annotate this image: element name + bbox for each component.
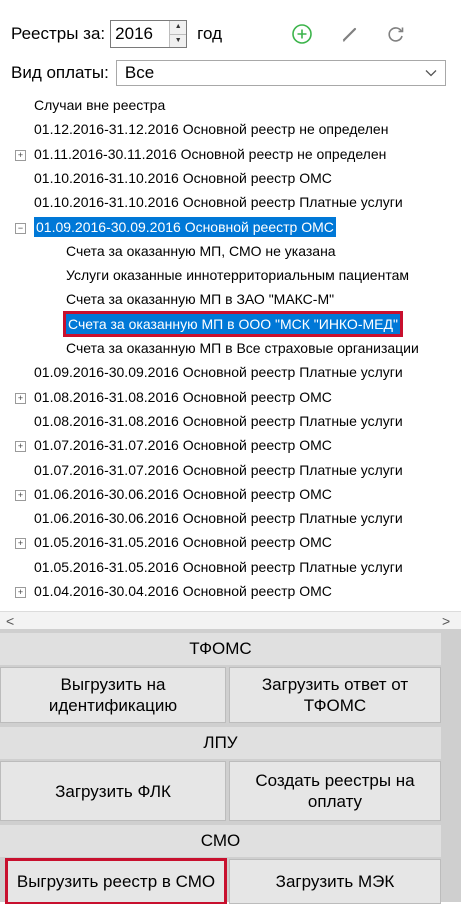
tree-item[interactable]: 01.08.2016-31.08.2016 Основной реестр Пл… [34,411,403,431]
add-circle-icon[interactable] [290,22,314,46]
scroll-left-icon[interactable]: < [6,612,14,630]
tree-child-item[interactable]: Счета за оказанную МП в ЗАО "МАКС-М" [66,289,334,309]
chevron-down-icon [425,70,437,77]
expand-icon[interactable]: + [15,392,26,404]
register-tree[interactable]: Случаи вне реестра 01.12.2016-31.12.2016 … [0,93,461,611]
payment-type-value: Все [124,63,155,82]
tree-child-item[interactable]: Счета за оказанную МП в ООО "МСК "ИНКО-М… [63,310,403,337]
expand-icon[interactable]: + [15,538,26,550]
tree-child-item[interactable]: Счета за оказанную МП, СМО не указана [66,241,336,261]
horizontal-scrollbar[interactable]: < > [0,611,461,630]
load-mek-button[interactable]: Загрузить МЭК [229,859,441,904]
tfoms-section-header: ТФОМС [0,633,441,665]
registers-label: Реестры за: [11,24,106,43]
export-identification-button[interactable]: Выгрузить на идентификацию [0,667,226,723]
tree-item[interactable]: 01.09.2016-30.09.2016 Основной реестр Пл… [34,362,403,382]
tree-item[interactable]: 01.07.2016-31.07.2016 Основной реестр Пл… [34,460,403,480]
spinner-up-icon[interactable]: ▲ [170,21,187,34]
expand-icon[interactable]: + [15,489,26,501]
actions-panel: ТФОМС Выгрузить на идентификацию Загрузи… [0,629,461,904]
load-flk-label: Загрузить ФЛК [55,781,171,801]
smo-section-header: СМО [0,825,441,857]
load-tfoms-response-label: Загрузить ответ от ТФОМС [261,675,409,715]
load-tfoms-response-button[interactable]: Загрузить ответ от ТФОМС [229,667,441,723]
tree-item[interactable]: 01.11.2016-30.11.2016 Основной реестр не… [34,144,386,164]
scroll-right-icon[interactable]: > [442,612,450,630]
filter-bar: Реестры за: 2016 ▲ ▼ год Вид оплаты: Все [0,0,461,93]
payment-type-select[interactable]: Все [115,60,446,86]
spinner-down-icon[interactable]: ▼ [170,33,187,47]
load-flk-button[interactable]: Загрузить ФЛК [0,761,226,821]
create-registers-button[interactable]: Создать реестры на оплату [229,761,441,821]
tree-item[interactable]: 01.10.2016-31.10.2016 Основной реестр ОМ… [34,168,332,188]
payment-row: Вид оплаты: Все [11,60,446,86]
tree-item[interactable]: 01.08.2016-31.08.2016 Основной реестр ОМ… [34,387,332,407]
tree-child-item[interactable]: Услуги оказанные иннотерриториальным пац… [66,265,409,285]
collapse-icon[interactable]: − [15,222,26,234]
spinner-arrows[interactable]: ▲ ▼ [169,21,187,47]
export-identification-label: Выгрузить на идентификацию [48,675,178,715]
tree-item[interactable]: Случаи вне реестра [34,95,165,115]
expand-icon[interactable]: + [15,587,26,598]
export-register-smo-button[interactable]: Выгрузить реестр в СМО [5,858,227,904]
tree-item[interactable]: 01.04.2016-30.04.2016 Основной реестр ОМ… [34,581,332,601]
tree-item[interactable]: 01.12.2016-31.12.2016 Основной реестр не… [34,119,388,139]
pencil-icon[interactable] [338,22,362,46]
tree-item[interactable]: 01.05.2016-31.05.2016 Основной реестр Пл… [34,557,403,577]
expand-icon[interactable]: + [15,149,26,161]
tree-item[interactable]: 01.06.2016-30.06.2016 Основной реестр ОМ… [34,484,332,504]
create-registers-label: Создать реестры на оплату [255,771,415,811]
year-value[interactable]: 2016 [111,21,169,47]
refresh-icon[interactable] [384,22,408,46]
year-row: Реестры за: 2016 ▲ ▼ год [11,20,222,48]
tree-item[interactable]: 01.07.2016-31.07.2016 Основной реестр ОМ… [34,435,332,455]
tree-item[interactable]: 01.10.2016-31.10.2016 Основной реестр Пл… [34,192,403,212]
tree-item[interactable]: 01.06.2016-30.06.2016 Основной реестр Пл… [34,508,403,528]
load-mek-label: Загрузить МЭК [275,872,395,891]
tree-child-item[interactable]: Счета за оказанную МП в Все страховые ор… [66,338,419,358]
year-spinner[interactable]: 2016 ▲ ▼ [110,20,188,48]
payment-label: Вид оплаты: [11,63,109,82]
tree-item[interactable]: 01.09.2016-30.09.2016 Основной реестр ОМ… [34,216,336,237]
export-register-smo-label: Выгрузить реестр в СМО [16,872,216,891]
lpu-section-header: ЛПУ [0,727,441,759]
tree-item[interactable]: 01.05.2016-31.05.2016 Основной реестр ОМ… [34,532,332,552]
expand-icon[interactable]: + [15,441,26,453]
year-suffix: год [197,24,222,43]
